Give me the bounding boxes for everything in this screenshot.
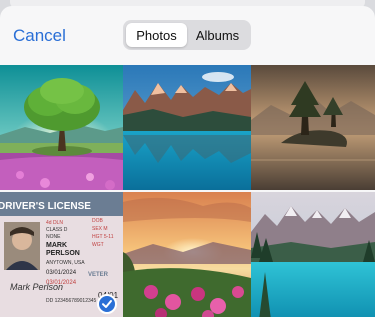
photo-picker-sheet: Cancel Photos Albums DRIVER'S LICENSE 4d… — [0, 6, 375, 317]
photo-thumbnail-tree-meadow[interactable] — [0, 65, 123, 190]
photo-grid: DRIVER'S LICENSE 4d DLN CLASS D NONE MAR… — [0, 65, 375, 317]
photo-thumbnail-alpine-lake[interactable] — [251, 192, 375, 317]
license-header: DRIVER'S LICENSE — [0, 201, 91, 212]
tree-meadow-image — [0, 65, 123, 190]
svg-text:HGT 5-11: HGT 5-11 — [92, 234, 114, 240]
picker-nav-bar: Cancel Photos Albums — [0, 6, 375, 65]
license-last-name: PERLSON — [46, 250, 80, 257]
photo-thumbnail-drivers-license[interactable]: DRIVER'S LICENSE 4d DLN CLASS D NONE MAR… — [0, 192, 123, 317]
source-segmented-control: Photos Albums — [123, 20, 251, 50]
svg-text:SEX M: SEX M — [92, 226, 108, 232]
license-issue-date: 03/01/2024 — [46, 270, 77, 276]
svg-text:4d DLN: 4d DLN — [46, 220, 63, 226]
svg-text:DD 123456789012345: DD 123456789012345 — [46, 298, 97, 304]
svg-text:NONE: NONE — [46, 234, 61, 240]
lone-tree-island-image — [251, 65, 375, 190]
sunset-flowers-image — [123, 192, 251, 317]
cancel-button[interactable]: Cancel — [13, 26, 66, 46]
svg-text:CLASS D: CLASS D — [46, 227, 68, 233]
mountain-lake-image — [123, 65, 251, 190]
alpine-lake-image — [251, 192, 375, 317]
license-first-name: MARK — [46, 242, 67, 249]
tab-albums[interactable]: Albums — [187, 23, 248, 47]
photo-thumbnail-sunset-flowers[interactable] — [123, 192, 251, 317]
svg-text:DOB: DOB — [92, 218, 104, 224]
photo-thumbnail-lone-tree-island[interactable] — [251, 65, 375, 190]
svg-text:ANYTOWN, USA: ANYTOWN, USA — [46, 260, 85, 266]
license-badge: VETER — [88, 272, 109, 278]
svg-text:WGT: WGT — [92, 242, 104, 248]
tab-photos[interactable]: Photos — [126, 23, 187, 47]
photo-thumbnail-mountain-lake[interactable] — [123, 65, 251, 190]
svg-text:Mark Perlson: Mark Perlson — [10, 282, 63, 292]
selected-checkmark-icon — [97, 294, 117, 314]
